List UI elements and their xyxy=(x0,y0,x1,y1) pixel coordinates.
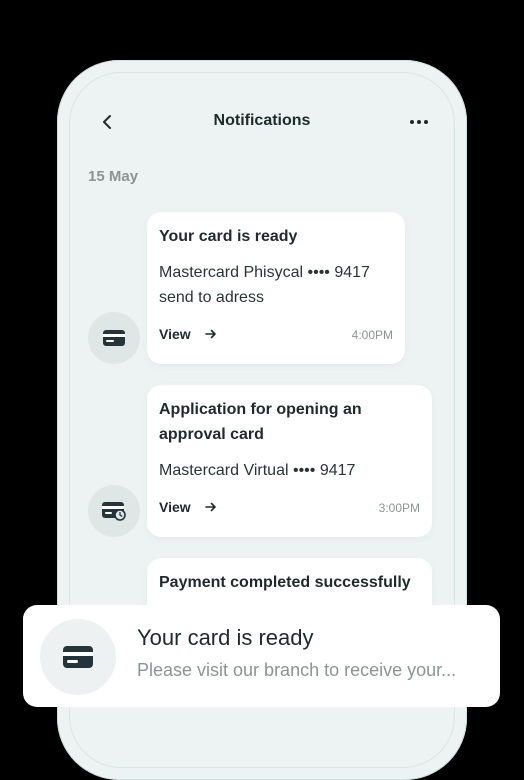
notification-body: Mastercard Phisycal •••• 9417 xyxy=(159,264,370,281)
header: Notifications xyxy=(57,110,467,134)
notification-title: Application for opening an xyxy=(159,401,362,418)
notification-avatar xyxy=(88,312,140,364)
notification-body: send to adress xyxy=(159,289,264,306)
card-clock-icon xyxy=(102,502,126,521)
view-label: View xyxy=(159,499,191,515)
notification-card[interactable]: Your card is ready Mastercard Phisycal •… xyxy=(147,212,405,364)
more-horizontal-icon xyxy=(410,120,428,124)
notification-avatar xyxy=(88,485,140,537)
notification-body: Mastercard Virtual •••• 9417 xyxy=(159,462,356,479)
view-label: View xyxy=(159,326,191,342)
toast-title: Your card is ready xyxy=(137,625,314,650)
more-options-button[interactable] xyxy=(407,110,431,134)
notification-card[interactable]: Application for opening an approval card… xyxy=(147,385,432,537)
card-icon xyxy=(63,646,93,668)
toast-body: Please visit our branch to receive your.… xyxy=(137,660,457,680)
view-link[interactable]: View xyxy=(159,499,217,515)
notification-title: approval card xyxy=(159,426,264,443)
toast-avatar xyxy=(40,619,116,695)
arrow-right-icon xyxy=(204,329,216,339)
arrow-right-icon xyxy=(204,502,216,512)
card-icon xyxy=(103,330,125,346)
page-title: Notifications xyxy=(213,112,311,129)
notification-title: Your card is ready xyxy=(159,228,298,245)
toast-notification[interactable]: Your card is ready Please visit our bran… xyxy=(23,605,500,707)
notification-time: 3:00PM xyxy=(378,501,420,515)
notification-title: Payment completed successfully xyxy=(159,574,411,591)
date-label: 15 May xyxy=(88,168,139,185)
notification-time: 4:00PM xyxy=(351,328,393,342)
view-link[interactable]: View xyxy=(159,326,217,342)
